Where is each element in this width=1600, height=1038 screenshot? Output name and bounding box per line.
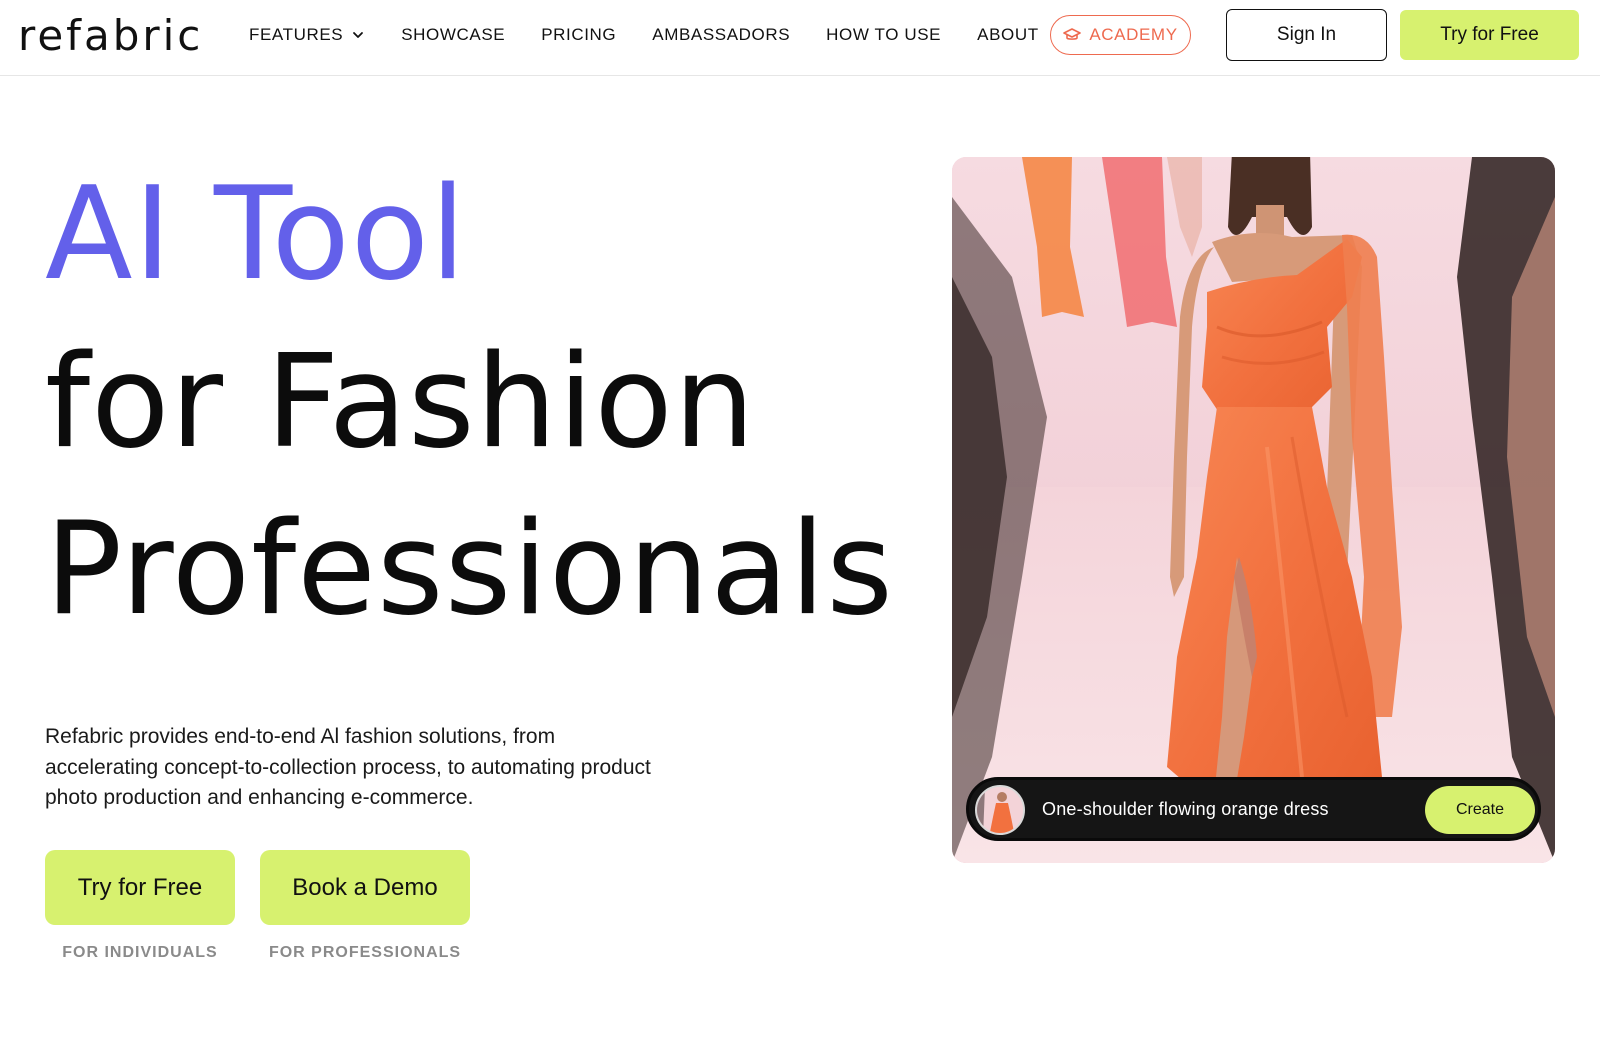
nav-features[interactable]: FEATURES [249,25,365,45]
site-header: refabric FEATURES SHOWCASE PRICING AMBAS… [0,0,1600,76]
showcase-image-card: One-shoulder flowing orange dress Create [952,157,1555,863]
chevron-down-icon [353,32,364,38]
prompt-bar[interactable]: One-shoulder flowing orange dress Create [966,777,1541,841]
nav-ambassadors[interactable]: AMBASSADORS [652,25,790,45]
hero-description: Refabric provides end-to-end Al fashion … [45,725,651,809]
prompt-text: One-shoulder flowing orange dress [1042,799,1329,819]
prompt-thumbnail [975,785,1025,835]
nav-pricing[interactable]: PRICING [541,25,616,45]
logo[interactable]: refabric [18,14,203,58]
hero-title-line-3: Professionals [45,495,894,644]
nav-how-to-use[interactable]: HOW TO USE [826,25,941,45]
nav-about[interactable]: ABOUT [977,25,1039,45]
graduation-cap-icon [1063,28,1082,40]
academy-button[interactable]: ACADEMY [1050,15,1191,55]
nav-features-label: FEATURES [249,25,344,44]
thumbnail-dress-image [977,787,1023,833]
book-a-demo-button[interactable]: Book a Demo [260,850,470,925]
hero-title-line-1: AI Tool [45,160,467,309]
academy-label: ACADEMY [1089,25,1178,44]
main-nav: FEATURES SHOWCASE PRICING AMBASSADORS HO… [249,0,1075,70]
try-for-free-button[interactable]: Try for Free [45,850,235,925]
for-professionals-label: FOR PROFESSIONALS [268,944,462,961]
nav-showcase[interactable]: SHOWCASE [401,25,505,45]
for-individuals-label: FOR INDIVIDUALS [62,944,218,961]
create-button[interactable]: Create [1425,786,1535,834]
runway-model-image [952,157,1555,863]
sign-in-button[interactable]: Sign In [1226,9,1387,61]
try-for-free-header-button[interactable]: Try for Free [1400,10,1579,60]
hero-title-line-2: for Fashion [45,328,756,477]
